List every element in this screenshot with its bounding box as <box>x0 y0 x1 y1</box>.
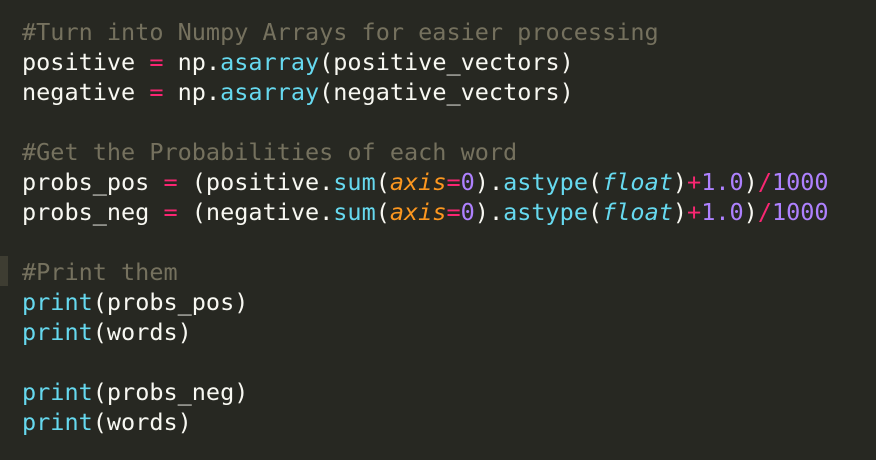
code-token-func: asarray <box>220 78 320 106</box>
code-token-type: float <box>602 168 673 196</box>
code-token-plain: np. <box>163 78 221 106</box>
code-token-num: 1.0 <box>701 168 744 196</box>
code-token-op: = <box>163 168 178 196</box>
code-token-op: / <box>757 198 772 226</box>
code-token-plain: (positive_vectors) <box>319 48 574 76</box>
code-token-num: 1000 <box>771 168 829 196</box>
code-token-comment: #Turn into Numpy Arrays for easier proce… <box>22 18 659 46</box>
code-token-func: astype <box>503 198 588 226</box>
code-line[interactable]: probs_neg = (negative.sum(axis=0).astype… <box>22 197 829 227</box>
code-line[interactable]: probs_pos = (positive.sum(axis=0).astype… <box>22 167 829 197</box>
code-token-plain: ) <box>672 168 688 196</box>
code-token-type: float <box>602 198 673 226</box>
code-token-plain: ). <box>474 168 504 196</box>
code-token-param: axis <box>389 168 447 196</box>
code-token-op: = <box>163 198 178 226</box>
code-token-comment: #Print them <box>22 258 178 286</box>
code-token-plain: probs_pos <box>22 168 164 196</box>
code-token-op: = <box>446 168 461 196</box>
code-token-func: print <box>22 318 93 346</box>
code-token-plain: (words) <box>92 318 192 346</box>
code-token-func: asarray <box>220 48 320 76</box>
code-token-op: + <box>687 168 702 196</box>
code-token-plain: (negative_vectors) <box>319 78 574 106</box>
code-token-op: = <box>149 48 164 76</box>
code-token-plain: np. <box>163 48 221 76</box>
code-token-plain: ( <box>587 198 603 226</box>
code-line[interactable]: negative = np.asarray(negative_vectors) <box>22 77 574 107</box>
code-token-plain: (probs_neg) <box>92 378 249 406</box>
code-token-plain: probs_neg <box>22 198 164 226</box>
code-token-plain: ) <box>743 198 758 226</box>
code-token-num: 1.0 <box>701 198 744 226</box>
code-line[interactable]: positive = np.asarray(positive_vectors) <box>22 47 574 77</box>
code-token-num: 0 <box>460 168 475 196</box>
code-token-plain: ( <box>587 168 603 196</box>
code-line[interactable]: print(words) <box>22 317 192 347</box>
code-token-func: sum <box>333 198 376 226</box>
code-token-num: 1000 <box>771 198 829 226</box>
code-line[interactable]: print(probs_pos) <box>22 287 248 317</box>
code-line[interactable]: #Get the Probabilities of each word <box>22 137 517 167</box>
code-token-plain: ). <box>474 198 504 226</box>
code-token-num: 0 <box>460 198 475 226</box>
code-token-param: axis <box>389 198 447 226</box>
code-line[interactable]: #Print them <box>22 257 178 287</box>
code-token-plain: negative <box>22 78 150 106</box>
code-line[interactable]: #Turn into Numpy Arrays for easier proce… <box>22 17 659 47</box>
code-token-func: sum <box>333 168 376 196</box>
code-token-comment: #Get the Probabilities of each word <box>22 138 518 166</box>
code-token-op: + <box>687 198 702 226</box>
code-token-plain: (positive. <box>177 168 334 196</box>
code-token-op: / <box>757 168 772 196</box>
code-token-plain: ( <box>375 168 390 196</box>
code-token-plain: ) <box>743 168 758 196</box>
code-token-func: print <box>22 288 93 316</box>
code-line[interactable]: print(words) <box>22 407 192 437</box>
code-token-plain: ) <box>672 198 688 226</box>
code-line[interactable]: print(probs_neg) <box>22 377 248 407</box>
code-token-plain: (words) <box>92 408 192 436</box>
code-token-func: astype <box>503 168 588 196</box>
current-line-marker <box>0 256 8 286</box>
code-token-func: print <box>22 378 93 406</box>
code-token-op: = <box>149 78 164 106</box>
code-token-func: print <box>22 408 93 436</box>
code-token-plain: (probs_pos) <box>92 288 249 316</box>
code-editor[interactable]: #Turn into Numpy Arrays for easier proce… <box>0 0 876 460</box>
code-token-plain: positive <box>22 48 150 76</box>
code-token-plain: (negative. <box>177 198 334 226</box>
code-token-plain: ( <box>375 198 390 226</box>
code-token-op: = <box>446 198 461 226</box>
